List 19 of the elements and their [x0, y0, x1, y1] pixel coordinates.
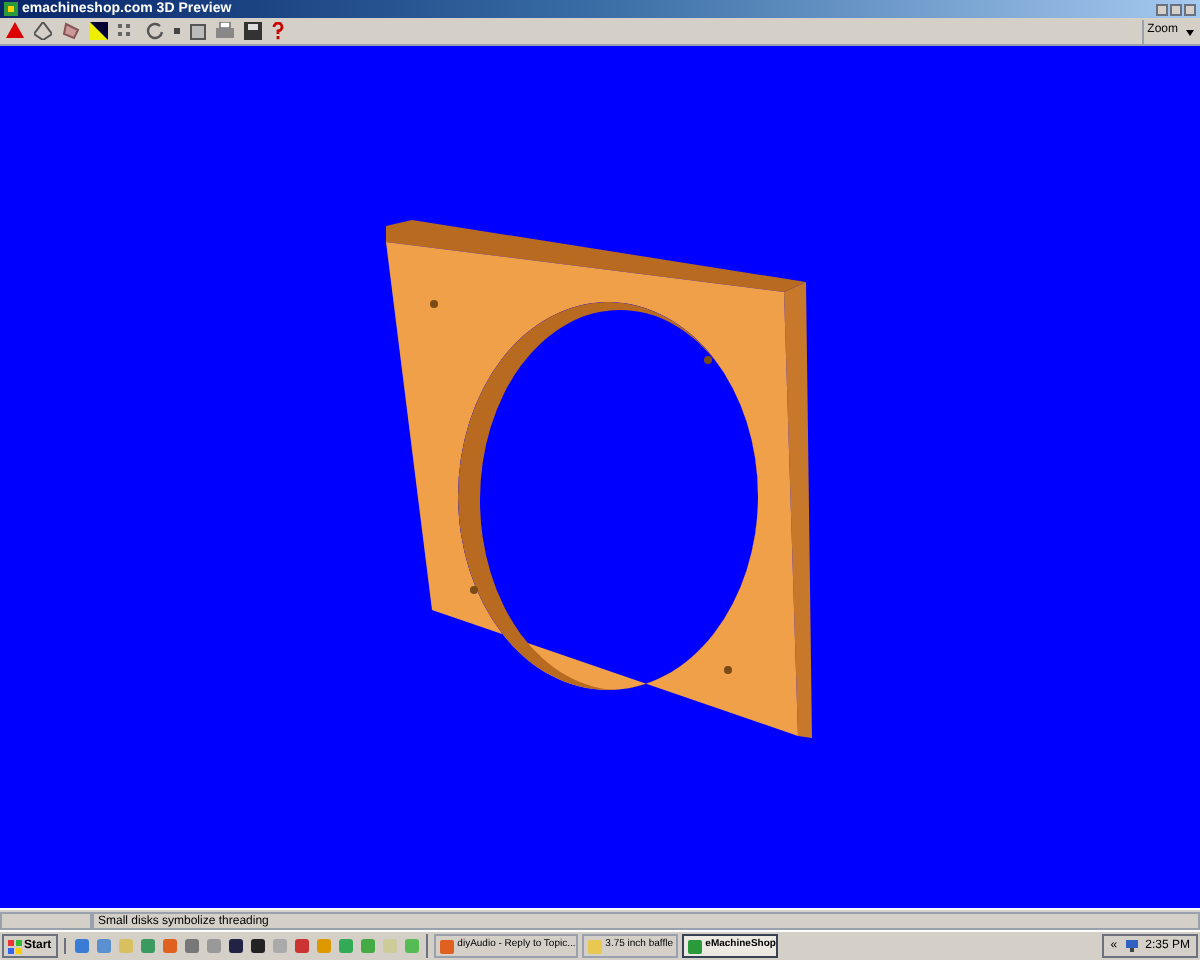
help-icon[interactable] [272, 22, 284, 40]
square-icon[interactable] [190, 23, 206, 39]
close-button[interactable] [1184, 3, 1196, 15]
app-icon [439, 939, 454, 953]
folder-icon [587, 939, 602, 953]
caret-icon [1186, 26, 1194, 36]
restore-button[interactable] [1170, 3, 1182, 15]
print-icon[interactable] [216, 22, 234, 40]
save-icon[interactable] [244, 22, 262, 40]
app-icon [4, 2, 18, 16]
network-icon[interactable] [1123, 938, 1140, 954]
app-icon [687, 939, 702, 953]
windows-logo-icon [8, 939, 22, 953]
cone-icon[interactable] [6, 22, 24, 40]
grid-icon[interactable] [118, 22, 136, 40]
minimize-button[interactable] [1156, 3, 1168, 15]
status-panel [0, 911, 92, 929]
rotate-icon[interactable] [146, 22, 164, 40]
shaded-view-icon[interactable] [90, 22, 108, 40]
